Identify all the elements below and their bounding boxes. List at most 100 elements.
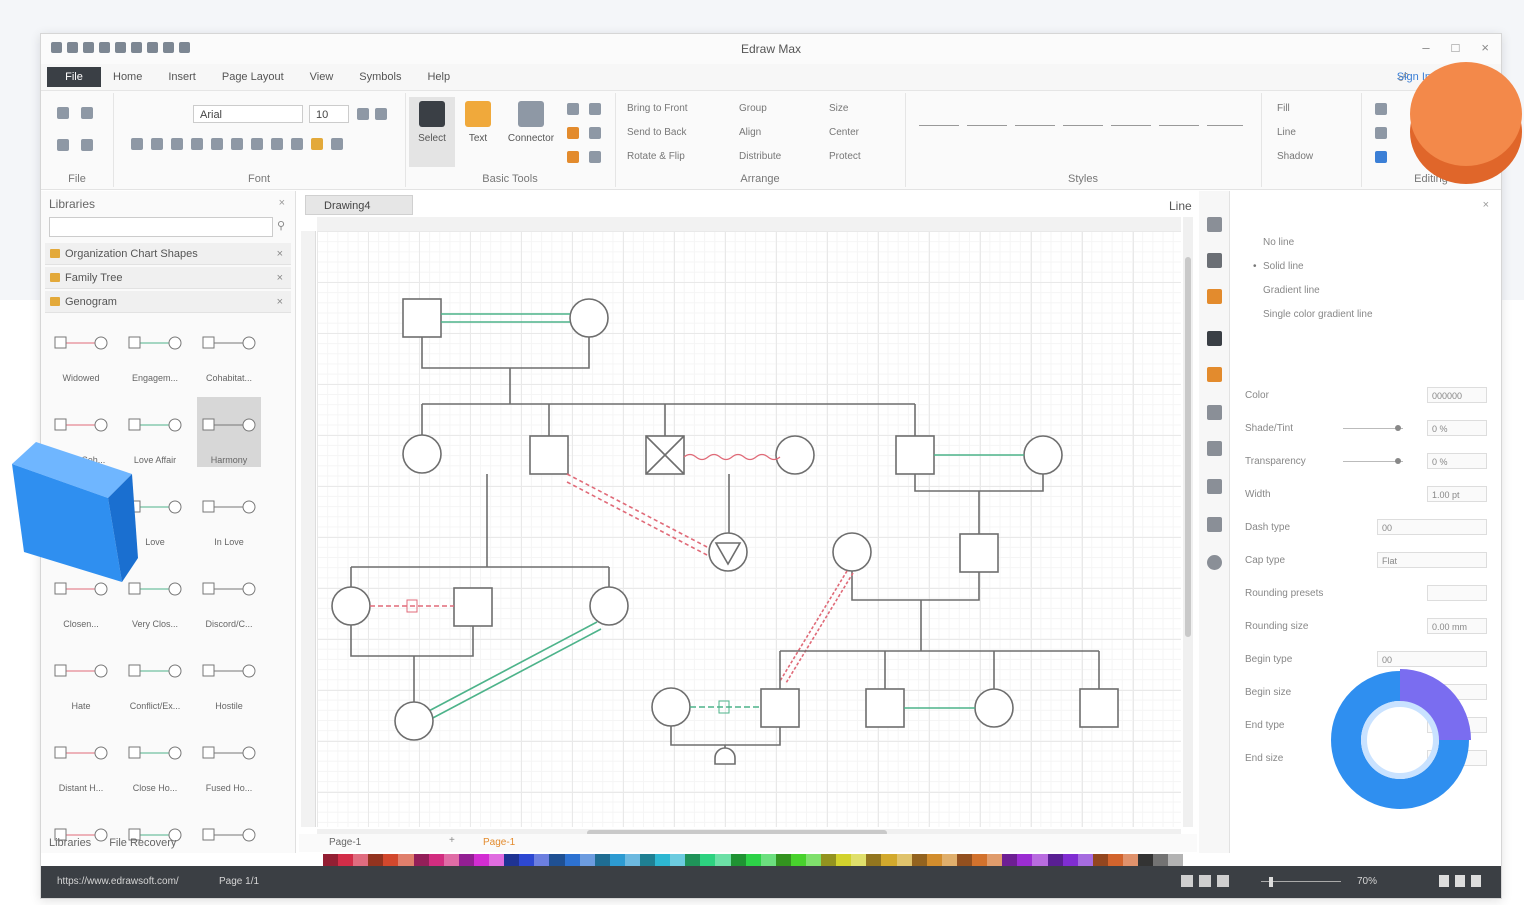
website-link[interactable]: https://www.edrawsoft.com/: [57, 876, 179, 887]
library-shape[interactable]: Hostile: [197, 643, 261, 713]
library-category-genogram[interactable]: Genogram ×: [45, 291, 291, 313]
indent-icon[interactable]: [291, 138, 303, 150]
bring-to-front-button[interactable]: Bring to Front: [627, 103, 688, 114]
library-category-org-chart[interactable]: Organization Chart Shapes ×: [45, 243, 291, 265]
granddaughter-2-node[interactable]: [589, 586, 629, 626]
highlight-icon[interactable]: [311, 138, 323, 150]
line-tool-icon[interactable]: [567, 103, 579, 115]
font-size-select[interactable]: 10: [309, 105, 349, 123]
option-no-line[interactable]: No line: [1263, 237, 1294, 248]
connector-tool[interactable]: Connector: [501, 97, 561, 167]
love-affair-relation[interactable]: [683, 453, 781, 461]
library-shape[interactable]: Fused Ho...: [197, 725, 261, 795]
drawing-canvas[interactable]: [317, 231, 1181, 827]
color-swatch[interactable]: [1077, 854, 1093, 866]
color-swatch[interactable]: [1138, 854, 1154, 866]
file-tab[interactable]: File: [47, 67, 101, 87]
font-color-icon[interactable]: [331, 138, 343, 150]
son-2-node[interactable]: [895, 435, 935, 475]
italic-icon[interactable]: [151, 138, 163, 150]
eraser-tool-icon[interactable]: [589, 151, 601, 163]
page-view-icon[interactable]: [1181, 875, 1193, 887]
daughter-1-node[interactable]: [402, 434, 442, 474]
color-swatch[interactable]: [972, 854, 988, 866]
size-button[interactable]: Size: [829, 103, 848, 114]
line-property-value[interactable]: Flat: [1377, 552, 1487, 568]
select-all-icon[interactable]: [1375, 127, 1387, 139]
color-swatch[interactable]: [655, 854, 671, 866]
library-shape[interactable]: Engagem...: [123, 315, 187, 385]
line-style-2[interactable]: [967, 125, 1007, 126]
group-button[interactable]: Group: [739, 103, 767, 114]
fit-page-icon[interactable]: [1217, 875, 1229, 887]
line-style-4[interactable]: [1063, 125, 1103, 126]
deceased-son-node[interactable]: [645, 435, 685, 475]
color-swatch[interactable]: [1032, 854, 1048, 866]
line-property-value[interactable]: 00: [1377, 651, 1487, 667]
library-shape[interactable]: Distant H...: [49, 725, 113, 795]
bullet-list-icon[interactable]: [251, 138, 263, 150]
color-swatch[interactable]: [338, 854, 354, 866]
color-swatch[interactable]: [775, 854, 791, 866]
pencil-tool-icon[interactable]: [589, 127, 601, 139]
fill-tool-icon[interactable]: [567, 151, 579, 163]
tab-home[interactable]: Home: [113, 71, 142, 83]
libraries-link[interactable]: Libraries: [49, 837, 91, 849]
library-shape[interactable]: Close Ho...: [123, 725, 187, 795]
library-search-input[interactable]: [49, 217, 273, 237]
vertical-scrollbar[interactable]: [1183, 217, 1193, 827]
add-page-icon[interactable]: +: [449, 835, 455, 846]
color-swatch[interactable]: [715, 854, 731, 866]
strikethrough-icon[interactable]: [191, 138, 203, 150]
color-swatch[interactable]: [836, 854, 852, 866]
color-swatch[interactable]: [473, 854, 490, 866]
color-swatch[interactable]: [594, 854, 610, 866]
color-swatch[interactable]: [760, 854, 776, 866]
protect-button[interactable]: Protect: [829, 151, 861, 162]
line-property-value[interactable]: 0.00 mm: [1427, 618, 1487, 634]
tab-view[interactable]: View: [310, 71, 334, 83]
layers-panel-icon[interactable]: [1207, 367, 1222, 382]
hostile-relation[interactable]: [566, 473, 708, 548]
line-property-value[interactable]: 0 %: [1427, 420, 1487, 436]
libraries-close-icon[interactable]: ×: [279, 197, 285, 209]
miscarriage-node[interactable]: [714, 747, 736, 765]
color-swatch[interactable]: [564, 854, 580, 866]
zoom-level[interactable]: 70%: [1357, 876, 1377, 887]
help-panel-icon[interactable]: [1207, 555, 1222, 570]
color-swatch[interactable]: [519, 854, 535, 866]
color-swatch[interactable]: [428, 854, 444, 866]
color-swatch[interactable]: [790, 854, 806, 866]
color-swatch[interactable]: [670, 854, 686, 866]
color-swatch[interactable]: [579, 854, 595, 866]
color-swatch[interactable]: [926, 854, 942, 866]
center-button[interactable]: Center: [829, 127, 859, 138]
color-swatch[interactable]: [1062, 854, 1078, 866]
file-recovery-link[interactable]: File Recovery: [109, 837, 176, 849]
color-swatch[interactable]: [987, 854, 1003, 866]
color-swatch[interactable]: [639, 854, 656, 866]
color-swatch[interactable]: [1107, 854, 1123, 866]
document-tab[interactable]: Drawing4: [305, 195, 413, 215]
font-family-select[interactable]: Arial: [193, 105, 303, 123]
color-swatch[interactable]: [941, 854, 957, 866]
tab-insert[interactable]: Insert: [168, 71, 196, 83]
color-swatch[interactable]: [1153, 854, 1169, 866]
select-tool[interactable]: Select: [409, 97, 455, 167]
page-tab-1[interactable]: Page-1: [329, 837, 361, 848]
shape-tool-icon[interactable]: [567, 127, 579, 139]
library-shape[interactable]: Conflict/Ex...: [123, 643, 187, 713]
expand-icon[interactable]: [1471, 875, 1481, 887]
daughter-2-node[interactable]: [832, 532, 872, 572]
page-tab-active[interactable]: Page-1: [483, 837, 515, 848]
granddaughter-3-node[interactable]: [974, 688, 1014, 728]
line-property-value[interactable]: 0 %: [1427, 453, 1487, 469]
color-swatch[interactable]: [956, 854, 973, 866]
tab-symbols[interactable]: Symbols: [359, 71, 401, 83]
line-property-value[interactable]: [1427, 585, 1487, 601]
line-panel-close-icon[interactable]: ×: [1483, 199, 1489, 211]
grandson-1-node[interactable]: [453, 587, 493, 627]
wife-3-node[interactable]: [1023, 435, 1063, 475]
color-swatch[interactable]: [489, 854, 505, 866]
library-shape[interactable]: In Love: [197, 479, 261, 549]
